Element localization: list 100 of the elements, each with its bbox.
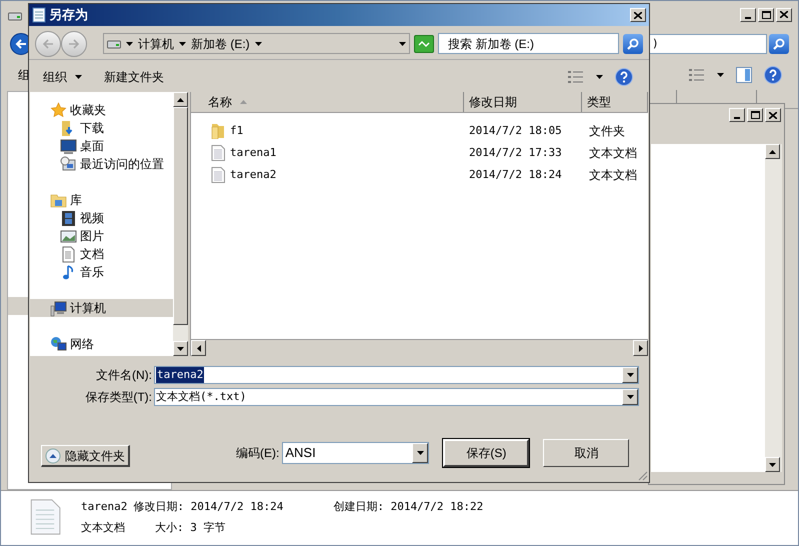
recent-places-icon	[60, 156, 77, 172]
toolbar-label[interactable]: 组	[18, 66, 30, 84]
file-type: 文本文档	[588, 167, 638, 184]
nav-item[interactable]: 计算机	[30, 299, 173, 317]
breadcrumb-item[interactable]: 计算机	[138, 34, 174, 52]
scroll-thumb[interactable]	[173, 107, 188, 325]
combo-box[interactable]: tarena2	[154, 366, 639, 384]
document-icon	[211, 167, 225, 183]
chevron-up-icon	[45, 448, 61, 464]
column-header[interactable]: 修改日期	[464, 92, 582, 112]
monitor-icon	[60, 138, 77, 154]
resize-grip-icon	[636, 469, 648, 481]
scroll-up-button[interactable]	[765, 144, 780, 159]
down-arrow-icon	[769, 462, 776, 466]
nav-item[interactable]: 桌面	[30, 137, 173, 155]
library-folder-icon	[50, 192, 67, 208]
nav-item[interactable]: 视频	[30, 209, 173, 227]
search-button[interactable]	[623, 34, 643, 54]
minimize-button[interactable]	[729, 108, 745, 122]
scroll-down-button[interactable]	[173, 341, 188, 356]
file-name[interactable]: f1	[230, 122, 244, 140]
file-type: 文件夹	[588, 123, 626, 140]
field-label: 编码(E):	[236, 444, 280, 462]
close-button[interactable]	[765, 108, 781, 122]
nav-item[interactable]: 图片	[30, 227, 173, 245]
close-button[interactable]	[630, 8, 646, 22]
document-icon	[29, 497, 61, 537]
column-header[interactable]: 类型	[582, 92, 648, 112]
nav-item[interactable]: 文档	[30, 245, 173, 263]
toolbar-button[interactable]: 新建文件夹	[104, 68, 164, 86]
left-arrow-icon	[15, 39, 27, 49]
modified-date: 2014/7/2 18:05	[468, 122, 563, 139]
address-bar[interactable]: 计算机 新加卷 (E:)	[103, 33, 410, 54]
file-name[interactable]: tarena2	[230, 166, 276, 184]
caret-icon	[717, 73, 724, 77]
view-icon[interactable]	[689, 69, 705, 81]
dropdown-caret-icon	[399, 42, 406, 46]
nav-item[interactable]: 音乐	[30, 263, 173, 281]
hide-folders-button[interactable]: 隐藏文件夹	[41, 445, 130, 467]
breadcrumb-caret-icon	[254, 42, 262, 46]
search-button[interactable]	[769, 34, 789, 54]
field-value: 文本文档(*.txt)	[156, 388, 246, 405]
drive-icon	[107, 38, 121, 48]
folder-icon	[211, 123, 225, 139]
refresh-button[interactable]	[414, 34, 434, 52]
combo-box[interactable]: 文本文档(*.txt)	[154, 388, 639, 406]
nav-item[interactable]: 下载	[30, 119, 173, 137]
scroll-right-button[interactable]	[633, 340, 648, 356]
maximize-button[interactable]	[758, 8, 774, 22]
file-type: 文本文档	[588, 145, 638, 162]
nav-item[interactable]: 收藏夹	[30, 101, 173, 119]
field-value: tarena2	[156, 366, 204, 384]
nav-item[interactable]: 网络	[30, 335, 173, 353]
search-icon	[626, 36, 640, 50]
minimize-button[interactable]	[740, 8, 756, 22]
document-icon	[211, 145, 225, 161]
scroll-down-button[interactable]	[765, 457, 780, 472]
left-arrow-icon	[196, 344, 200, 352]
down-arrow-icon	[177, 346, 184, 350]
nav-item[interactable]: 最近访问的位置	[30, 155, 173, 173]
dropdown-button[interactable]	[412, 442, 428, 462]
dialog-title: 另存为	[49, 6, 88, 24]
column-header[interactable]: 名称	[191, 92, 464, 112]
nav-item[interactable]: 库	[30, 191, 173, 209]
file-name[interactable]: tarena1	[230, 144, 276, 162]
search-icon	[772, 37, 786, 51]
field-label: 保存类型(T):	[84, 389, 153, 406]
file-name: tarena2	[81, 499, 128, 515]
modified-date: 2014/7/2 18:24	[468, 166, 563, 183]
left-arrow-icon	[42, 38, 54, 48]
scroll-up-button[interactable]	[173, 92, 188, 107]
close-icon	[634, 12, 642, 18]
toolbar-button[interactable]: 组织	[43, 68, 82, 86]
view-icon[interactable]	[568, 71, 584, 83]
search-field[interactable]: 搜索 新加卷 (E:)	[438, 33, 619, 54]
breadcrumb-caret-icon	[179, 42, 186, 46]
caret-icon	[416, 450, 424, 454]
right-arrow-icon	[68, 38, 80, 48]
dropdown-button[interactable]	[622, 389, 638, 405]
search-field[interactable]: )	[649, 34, 767, 54]
star-icon	[50, 102, 67, 118]
dialog-button[interactable]: 保存(S)	[443, 438, 530, 466]
network-icon	[50, 336, 67, 352]
preview-pane-icon[interactable]	[736, 67, 752, 83]
drive-icon	[8, 11, 22, 21]
help-icon[interactable]	[764, 66, 782, 84]
scroll-left-button[interactable]	[191, 340, 206, 356]
close-button[interactable]	[776, 8, 792, 22]
dropdown-button[interactable]	[622, 367, 638, 383]
notepad-icon	[32, 7, 46, 23]
refresh-icon	[418, 38, 430, 48]
file-type: 文本文档	[81, 520, 125, 536]
right-arrow-icon	[638, 344, 642, 352]
field-label: 文件名(N):	[95, 367, 153, 384]
picture-icon	[60, 228, 77, 244]
help-icon[interactable]	[615, 68, 633, 86]
breadcrumb-item[interactable]: 新加卷 (E:)	[191, 34, 250, 52]
maximize-button[interactable]	[747, 108, 763, 122]
dialog-button[interactable]: 取消	[543, 438, 630, 466]
encoding-combo-box[interactable]: ANSI	[282, 442, 430, 464]
